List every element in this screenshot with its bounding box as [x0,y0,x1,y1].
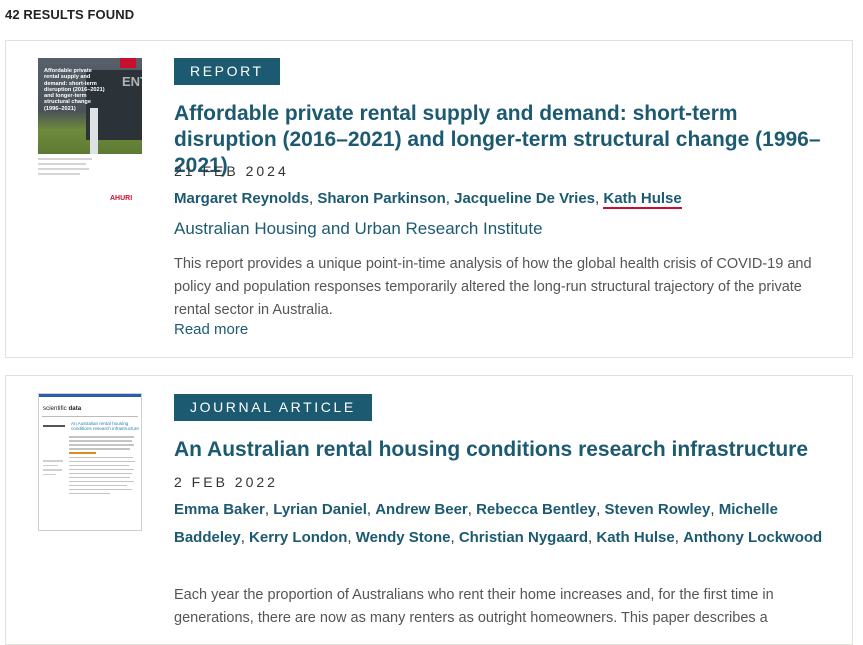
article-tag-line [43,425,65,427]
cover-red-tab [120,58,136,68]
abstract-text: This report provides a unique point-in-t… [174,256,812,318]
journal-name: scientific data [43,405,81,412]
author-link[interactable]: Anthony Lockwood [683,529,822,546]
author-link[interactable]: Andrew Beer [375,501,468,518]
type-badge: JOURNAL ARTICLE [174,394,372,421]
publish-date: 2 FEB 2022 [174,474,278,490]
cover-title: Affordable private rental supply and dem… [44,68,105,112]
author-link-highlighted[interactable]: Kath Hulse [603,190,682,209]
author-list: Margaret Reynolds, Sharon Parkinson, Jac… [174,190,682,209]
author-link[interactable]: Kath Hulse [596,529,674,546]
cover-pole [90,108,98,154]
cover-photo: ENT Affordable private rental supply and… [38,58,142,154]
journal-article-thumbnail[interactable]: scientific data An Australian rental hou… [38,393,142,531]
author-link[interactable]: Emma Baker [174,501,265,518]
ahuri-logo-text: AHURI [110,195,133,202]
author-link[interactable]: Steven Rowley [605,501,711,518]
cover-sign-text: ENT [122,74,142,89]
author-link[interactable]: Jacqueline De Vries [454,190,595,207]
read-more-link[interactable]: Read more [174,321,248,338]
results-count: 42 RESULTS FOUND [5,7,135,22]
author-link[interactable]: Margaret Reynolds [174,190,309,207]
author-list: Emma Baker, Lyrian Daniel, Andrew Beer, … [174,501,823,546]
result-title-link[interactable]: An Australian rental housing conditions … [174,437,824,463]
author-link[interactable]: Kerry London [249,529,347,546]
report-cover-thumbnail[interactable]: ENT Affordable private rental supply and… [38,58,142,206]
publisher-link[interactable]: Australian Housing and Urban Research In… [174,219,543,239]
result-card: scientific data An Australian rental hou… [5,375,853,645]
journal-top-band [39,394,141,397]
journal-rule [42,416,138,417]
cover-text-lines [38,158,98,178]
ahuri-logo: AHURI [110,195,132,202]
article-cover-title: An Australian rental housing conditions … [71,421,139,432]
author-link[interactable]: Christian Nygaard [459,529,588,546]
journal-name-prefix: scientific [43,405,67,412]
author-link[interactable]: Rebecca Bentley [476,501,596,518]
journal-name-bold: data [68,405,82,412]
publish-date: 21 FEB 2024 [174,163,289,179]
article-side-lines [43,460,65,478]
author-link[interactable]: Sharon Parkinson [317,190,445,207]
author-link[interactable]: Lyrian Daniel [273,501,367,518]
result-card: ENT Affordable private rental supply and… [5,40,853,358]
abstract-text: Each year the proportion of Australians … [174,587,774,626]
type-badge: REPORT [174,58,280,85]
author-link[interactable]: Wendy Stone [356,529,451,546]
article-body-lines [69,436,137,497]
